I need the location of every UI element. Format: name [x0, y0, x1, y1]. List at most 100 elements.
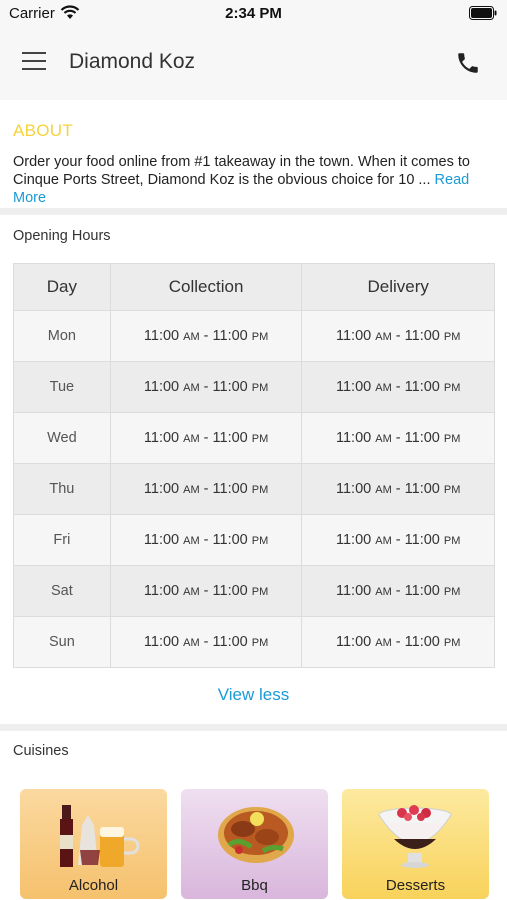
delivery-hours-cell: 11:00 AM - 11:00 PM — [301, 412, 495, 464]
delivery-open-period: AM — [375, 331, 392, 343]
delivery-hours-cell: 11:00 AM - 11:00 PM — [301, 616, 495, 668]
table-row: Fri 11:00 AM - 11:00 PM 11:00 AM - 11:00 P… — [13, 514, 495, 566]
delivery-open-period: AM — [375, 586, 392, 598]
delivery-close-period: PM — [443, 433, 461, 445]
alcohol-bottles-icon — [60, 805, 140, 867]
delivery-close-period: PM — [443, 535, 461, 547]
collection-open: 11:00 — [143, 583, 180, 599]
collection-close-period: PM — [251, 331, 269, 343]
cuisines-label: Cuisines — [13, 743, 69, 759]
status-time: 2:34 PM — [225, 5, 282, 22]
table-row: Thu 11:00 AM - 11:00 PM 11:00 AM - 11:00 P… — [13, 463, 495, 515]
cuisine-name: Desserts — [385, 877, 446, 894]
delivery-close-period: PM — [443, 637, 461, 649]
day-cell: Sun — [13, 616, 111, 668]
table-row: Mon 11:00 AM - 11:00 PM 11:00 AM - 11:00 P… — [13, 310, 495, 362]
delivery-close-period: PM — [443, 331, 461, 343]
collection-close: 11:00 — [212, 634, 248, 650]
delivery-close: 11:00 — [404, 532, 440, 548]
collection-hours-cell: 11:00 AM - 11:00 PM — [109, 514, 303, 566]
day-cell: Fri — [13, 514, 111, 566]
collection-close-period: PM — [251, 433, 269, 445]
collection-hours-cell: 11:00 AM - 11:00 PM — [109, 310, 303, 362]
day-cell: Tue — [13, 361, 111, 413]
delivery-open-period: AM — [375, 637, 392, 649]
collection-close-period: PM — [251, 586, 269, 598]
delivery-close-period: PM — [443, 484, 461, 496]
collection-hours-cell: 11:00 AM - 11:00 PM — [109, 463, 303, 515]
delivery-open-period: AM — [375, 484, 392, 496]
collection-open: 11:00 — [143, 481, 180, 497]
about-description: Order your food online from #1 takeaway … — [13, 153, 499, 207]
collection-close: 11:00 — [212, 532, 248, 548]
collection-open-period: AM — [183, 382, 200, 394]
delivery-close: 11:00 — [404, 430, 440, 446]
collection-open-period: AM — [183, 586, 200, 598]
collection-open-period: AM — [183, 637, 200, 649]
collection-close-period: PM — [251, 535, 269, 547]
delivery-close: 11:00 — [404, 481, 440, 497]
collection-close-period: PM — [251, 637, 269, 649]
table-row: Sat 11:00 AM - 11:00 PM 11:00 AM - 11:00 P… — [13, 565, 495, 617]
status-bar: Carrier 2:34 PM — [0, 0, 507, 28]
day-cell: Thu — [13, 463, 111, 515]
delivery-hours-cell: 11:00 AM - 11:00 PM — [301, 463, 495, 515]
section-divider — [0, 208, 507, 215]
delivery-open: 11:00 — [336, 583, 372, 599]
delivery-close: 11:00 — [404, 379, 440, 395]
app-header: Diamond Koz — [0, 28, 507, 100]
delivery-hours-cell: 11:00 AM - 11:00 PM — [301, 565, 495, 617]
day-cell: Mon — [13, 310, 111, 362]
collection-open-period: AM — [183, 331, 200, 343]
collection-open: 11:00 — [143, 379, 180, 395]
delivery-open: 11:00 — [336, 328, 372, 344]
bbq-plate-icon — [218, 807, 294, 863]
collection-open-period: AM — [183, 535, 200, 547]
about-heading: ABOUT — [13, 121, 74, 140]
collection-close: 11:00 — [212, 583, 248, 599]
cuisine-card-desserts[interactable]: Desserts — [342, 789, 489, 899]
collection-open: 11:00 — [143, 328, 180, 344]
hamburger-menu-icon[interactable] — [22, 52, 48, 74]
collection-open-period: AM — [183, 433, 200, 445]
collection-close: 11:00 — [212, 379, 248, 395]
cuisine-card-bbq[interactable]: Bbq — [181, 789, 328, 899]
delivery-open: 11:00 — [336, 634, 372, 650]
section-divider — [0, 724, 507, 731]
table-header-row: Day Collection Delivery — [13, 263, 495, 311]
collection-hours-cell: 11:00 AM - 11:00 PM — [109, 361, 303, 413]
opening-hours-label: Opening Hours — [13, 228, 111, 244]
about-text: Order your food online from #1 takeaway … — [13, 154, 470, 188]
cuisine-name: Alcohol — [68, 877, 119, 894]
collection-open: 11:00 — [143, 634, 180, 650]
collection-close-period: PM — [251, 382, 269, 394]
column-header-delivery: Delivery — [301, 263, 495, 311]
column-header-collection: Collection — [109, 263, 303, 311]
collection-open: 11:00 — [143, 430, 180, 446]
delivery-open-period: AM — [375, 535, 392, 547]
phone-icon[interactable] — [455, 50, 481, 81]
day-cell: Wed — [13, 412, 111, 464]
table-row: Tue 11:00 AM - 11:00 PM 11:00 AM - 11:00 P… — [13, 361, 495, 413]
cuisine-name: Bbq — [241, 877, 268, 894]
delivery-close-period: PM — [443, 586, 461, 598]
collection-hours-cell: 11:00 AM - 11:00 PM — [109, 616, 303, 668]
table-row: Wed 11:00 AM - 11:00 PM 11:00 AM - 11:00 P… — [13, 412, 495, 464]
delivery-close-period: PM — [443, 382, 461, 394]
delivery-close: 11:00 — [404, 328, 440, 344]
day-cell: Sat — [13, 565, 111, 617]
cuisine-card-alcohol[interactable]: Alcohol — [20, 789, 167, 899]
view-less-button[interactable]: View less — [0, 685, 507, 705]
delivery-hours-cell: 11:00 AM - 11:00 PM — [301, 310, 495, 362]
delivery-close: 11:00 — [404, 583, 440, 599]
collection-open: 11:00 — [143, 532, 180, 548]
delivery-hours-cell: 11:00 AM - 11:00 PM — [301, 361, 495, 413]
collection-close: 11:00 — [212, 430, 248, 446]
delivery-open: 11:00 — [336, 379, 372, 395]
battery-icon — [469, 6, 497, 25]
delivery-hours-cell: 11:00 AM - 11:00 PM — [301, 514, 495, 566]
table-row: Sun 11:00 AM - 11:00 PM 11:00 AM - 11:00 P… — [13, 616, 495, 668]
delivery-open-period: AM — [375, 433, 392, 445]
collection-close: 11:00 — [212, 328, 248, 344]
delivery-open: 11:00 — [336, 430, 372, 446]
